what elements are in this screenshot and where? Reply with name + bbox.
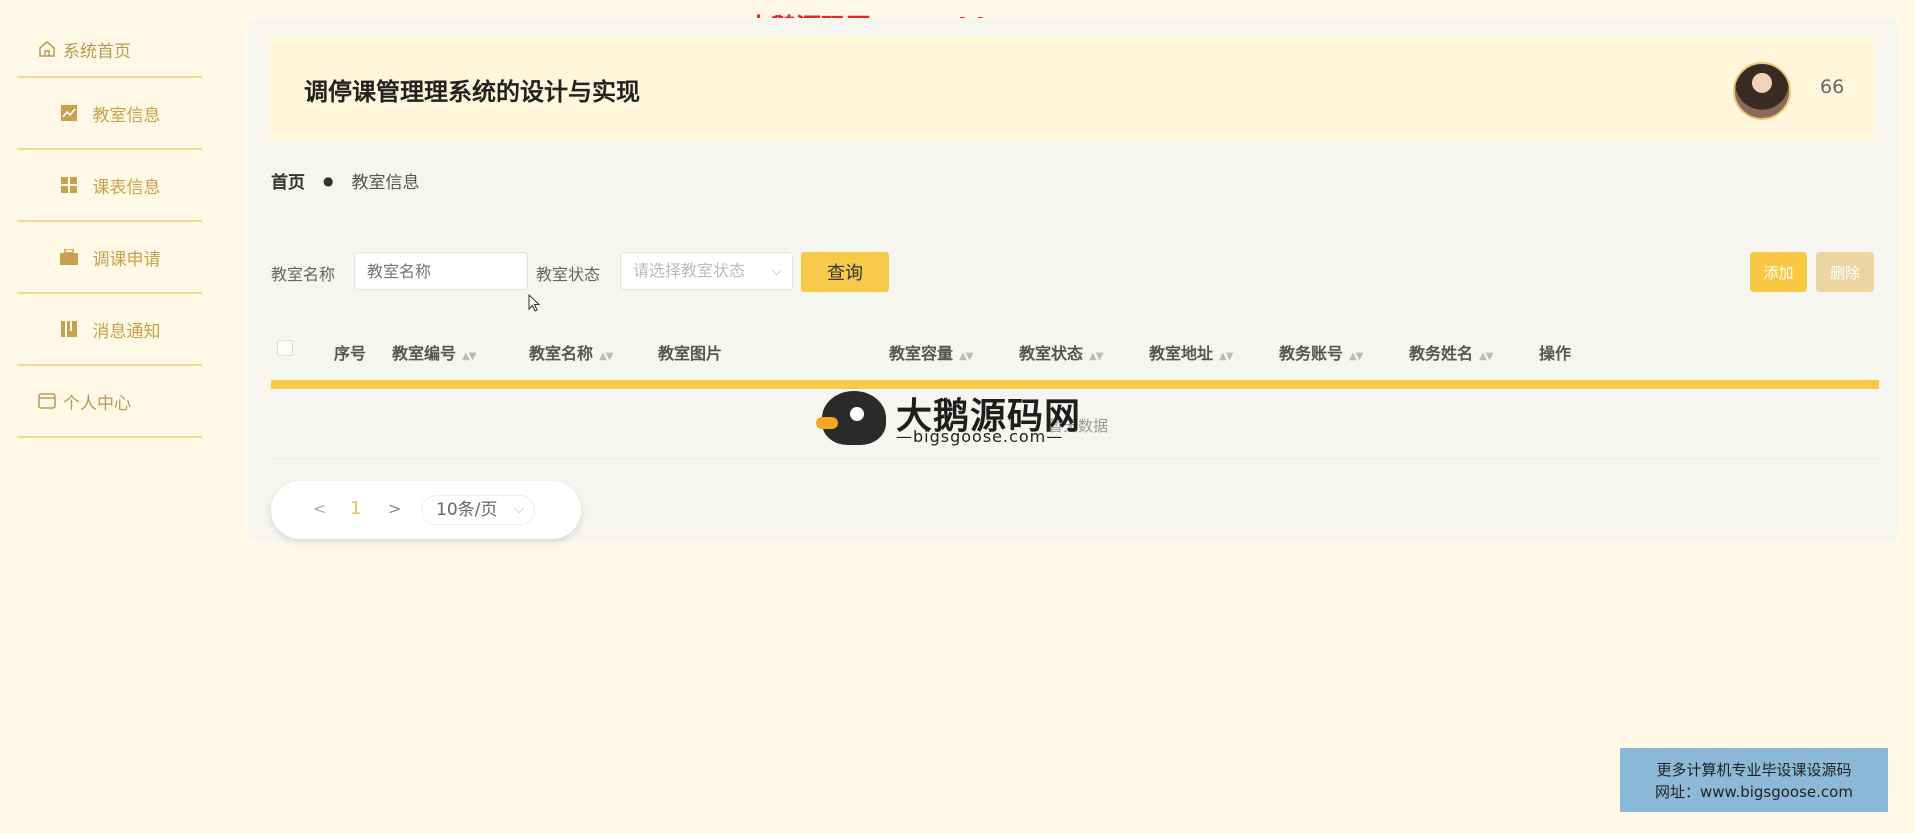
sort-icon[interactable]: ▲▼: [1089, 351, 1103, 362]
sidebar-item-label: 教室信息: [92, 105, 161, 126]
next-page-button[interactable]: >: [388, 499, 401, 518]
select-all-checkbox[interactable]: [277, 340, 293, 356]
wallet-icon: [37, 391, 57, 411]
delete-button[interactable]: 删除: [1816, 252, 1874, 292]
sort-icon[interactable]: ▲▼: [462, 351, 476, 362]
table-header: 序号 教室编号 ▲▼ 教室名称 ▲▼ 教室图片 教室容量 ▲▼ 教室状态 ▲▼ 教室地址…: [271, 328, 1879, 372]
column-header-sortable[interactable]: 教室名称 ▲▼: [529, 340, 613, 364]
promo-line-2: 网址：www.bigsgoose.com: [1655, 783, 1853, 801]
sidebar-item-label: 消息通知: [92, 321, 161, 342]
column-header-sortable[interactable]: 教务姓名 ▲▼: [1409, 340, 1493, 364]
column-header: 操作: [1539, 344, 1572, 363]
column-header-sortable[interactable]: 教务账号 ▲▼: [1279, 340, 1363, 364]
sidebar: 系统首页 教室信息 课表信息 调课申请 消息通知 个人中心: [17, 22, 202, 438]
promo-line-1: 更多计算机专业毕设课设源码: [1656, 761, 1852, 779]
column-header-sortable[interactable]: 教室编号 ▲▼: [392, 340, 476, 364]
add-button[interactable]: 添加: [1750, 252, 1807, 292]
sidebar-item-classroom[interactable]: 教室信息: [17, 78, 202, 150]
page-size-value: 10条/页: [436, 500, 498, 520]
sidebar-item-notifications[interactable]: 消息通知: [17, 294, 202, 366]
sidebar-item-schedule[interactable]: 课表信息: [17, 150, 202, 222]
chevron-down-icon: ⌵: [771, 263, 782, 279]
search-bar: 教室名称 教室状态 请选择教室状态 ⌵ 查询 添加 删除: [271, 252, 1879, 292]
breadcrumb-home[interactable]: 首页: [271, 168, 305, 193]
sidebar-item-profile[interactable]: 个人中心: [17, 366, 202, 438]
goose-beak-shape: [816, 417, 838, 429]
breadcrumb-separator: ●: [323, 173, 334, 188]
sidebar-item-label: 系统首页: [63, 41, 131, 62]
column-header-sortable[interactable]: 教室容量 ▲▼: [889, 340, 973, 364]
header: 调停课管理理系统的设计与实现 66: [268, 36, 1876, 140]
goose-eye-shape: [850, 407, 864, 421]
page-number[interactable]: 1: [350, 498, 361, 519]
sidebar-item-label: 个人中心: [63, 393, 131, 414]
status-select-placeholder: 请选择教室状态: [633, 261, 746, 280]
prev-page-button[interactable]: <: [313, 499, 326, 518]
home-icon: [37, 39, 57, 59]
book-icon: [59, 319, 79, 339]
sort-icon[interactable]: ▲▼: [599, 351, 613, 362]
sort-icon[interactable]: ▲▼: [1479, 351, 1493, 362]
breadcrumb-current: 教室信息: [351, 173, 420, 193]
sidebar-item-home[interactable]: 系统首页: [17, 22, 202, 78]
status-label: 教室状态: [536, 265, 601, 284]
column-header: 序号: [334, 344, 367, 363]
sort-icon[interactable]: ▲▼: [1219, 351, 1233, 362]
column-header: 教室图片: [658, 344, 723, 363]
classroom-name-input[interactable]: [354, 252, 528, 290]
sort-icon[interactable]: ▲▼: [1349, 351, 1363, 362]
briefcase-icon: [59, 247, 79, 267]
chart-icon: [59, 103, 79, 123]
sort-icon[interactable]: ▲▼: [959, 351, 973, 362]
chevron-down-icon: ⌵: [514, 502, 524, 517]
classroom-status-select[interactable]: 请选择教室状态 ⌵: [620, 252, 793, 290]
name-label: 教室名称: [271, 265, 336, 284]
column-header-sortable[interactable]: 教室状态 ▲▼: [1019, 340, 1103, 364]
table-divider: [271, 458, 1879, 459]
grid-icon: [59, 175, 79, 195]
query-button[interactable]: 查询: [801, 252, 889, 292]
avatar[interactable]: [1733, 62, 1791, 120]
main-panel: 调停课管理理系统的设计与实现 66 首页 ● 教室信息 教室名称 教室状态 请选…: [248, 18, 1898, 542]
column-header-sortable[interactable]: 教室地址 ▲▼: [1149, 340, 1233, 364]
username[interactable]: 66: [1820, 76, 1844, 98]
breadcrumb: 首页 ● 教室信息: [271, 168, 419, 193]
page-size-select[interactable]: 10条/页 ⌵: [421, 495, 535, 525]
page-title: 调停课管理理系统的设计与实现: [304, 78, 640, 106]
logo-watermark: 大鹅源码网 —bigsgoose.com—: [816, 387, 1102, 447]
sidebar-item-adjust-request[interactable]: 调课申请: [17, 222, 202, 294]
pagination: < 1 > 10条/页 ⌵: [271, 481, 581, 539]
logo-watermark-url: —bigsgoose.com—: [896, 427, 1064, 446]
mouse-cursor-icon: [528, 294, 540, 312]
sidebar-item-label: 调课申请: [92, 249, 161, 270]
sidebar-item-label: 课表信息: [92, 177, 161, 198]
promo-banner: 更多计算机专业毕设课设源码 网址：www.bigsgoose.com: [1620, 748, 1888, 812]
